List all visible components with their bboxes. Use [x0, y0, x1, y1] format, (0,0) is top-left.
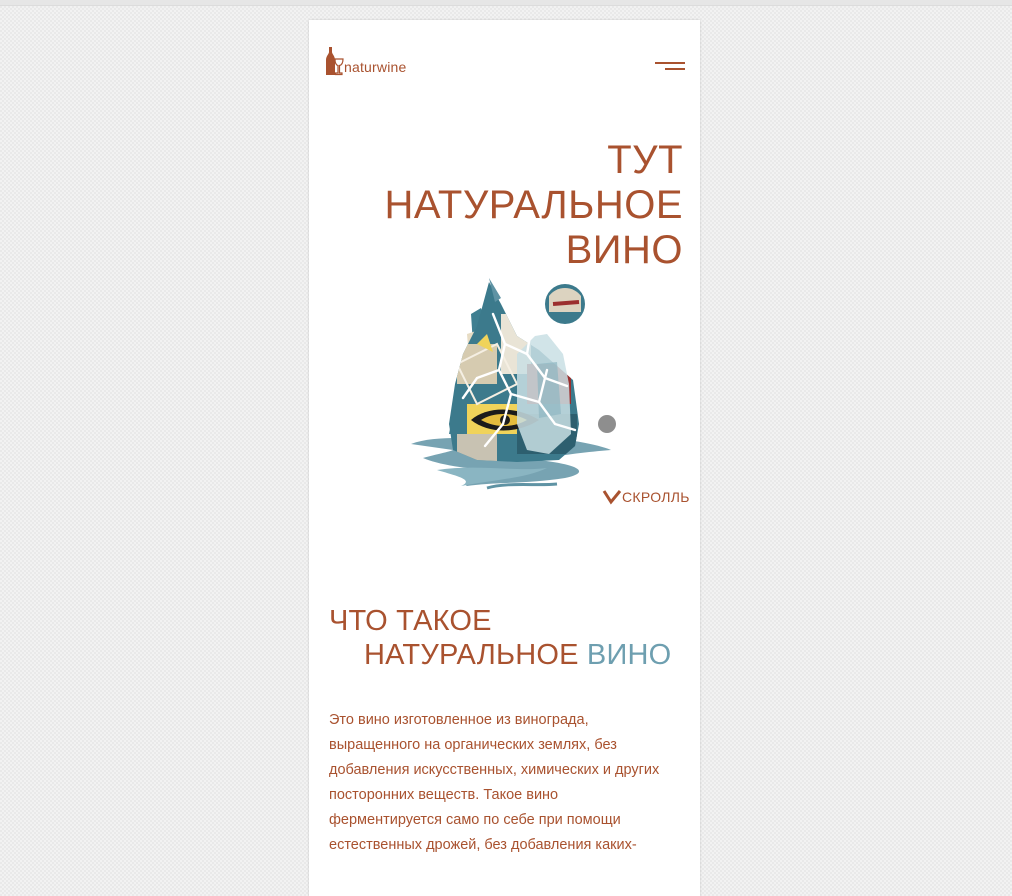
mobile-page: naturwine ТУТ НАТУРАЛЬНОЕ ВИНО СКРОЛЛЬ Ч…: [309, 20, 700, 896]
logo-text: naturwine: [344, 59, 407, 75]
collage-illustration: [411, 278, 616, 490]
hero-title-line-2: НАТУРАЛЬНОЕ: [384, 183, 683, 227]
section-title-word: НАТУРАЛЬНОЕ: [364, 639, 579, 671]
section-title-line-1: ЧТО ТАКОЕ: [329, 605, 492, 637]
bottle-glass-icon: [326, 47, 344, 76]
hero-title: ТУТ НАТУРАЛЬНОЕ ВИНО: [384, 138, 683, 273]
scroll-label: СКРОЛЛЬ: [622, 489, 690, 505]
scroll-hint[interactable]: СКРОЛЛЬ: [602, 489, 690, 505]
hamburger-menu-icon[interactable]: [651, 58, 685, 80]
hero-title-line-3: ВИНО: [565, 228, 683, 272]
section-title-line-2: НАТУРАЛЬНОЕ ВИНО: [329, 638, 681, 672]
hero-title-line-1: ТУТ: [607, 138, 683, 182]
intro-paragraph: Это вино изготовленное из винограда, выр…: [329, 712, 660, 853]
section-title-accent: ВИНО: [586, 639, 672, 671]
chevron-down-icon: [602, 490, 622, 505]
logo[interactable]: naturwine: [323, 44, 407, 76]
section-title: ЧТО ТАКОЕ НАТУРАЛЬНОЕ ВИНО: [329, 604, 681, 672]
browser-top-strip: [0, 0, 1012, 6]
